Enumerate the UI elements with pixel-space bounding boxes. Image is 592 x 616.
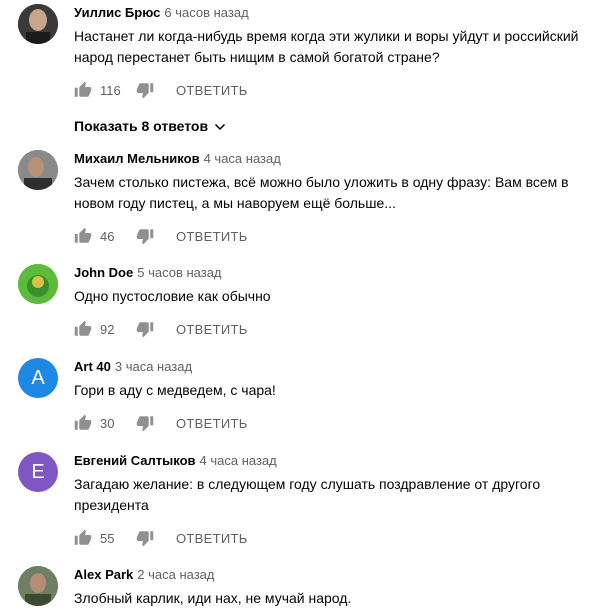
thumb-up-icon[interactable] (74, 320, 92, 338)
comment-text: Гори в аду с медведем, с чара! (74, 382, 276, 398)
comment-actions: 55 ОТВЕТИТЬ (74, 526, 582, 550)
avatar[interactable]: E (18, 452, 58, 492)
comment-author[interactable]: Alex Park (74, 567, 133, 582)
thumb-down-icon[interactable] (136, 414, 154, 432)
comment-author[interactable]: Михаил Мельников (74, 151, 200, 166)
like-count: 55 (100, 530, 115, 546)
comment-author[interactable]: Уиллис Брюс (74, 5, 160, 20)
like-count: 30 (100, 415, 115, 431)
show-replies-button[interactable]: Показать 8 ответов (74, 118, 582, 134)
comment-actions: 30 ОТВЕТИТЬ (74, 411, 582, 435)
reply-button[interactable]: ОТВЕТИТЬ (176, 229, 248, 244)
thumb-up-icon[interactable] (74, 81, 92, 99)
like-count: 92 (100, 321, 115, 337)
like-count: 46 (100, 228, 115, 244)
avatar[interactable] (18, 4, 58, 44)
reply-button[interactable]: ОТВЕТИТЬ (176, 416, 248, 431)
avatar[interactable] (18, 264, 58, 304)
comment-actions: 92 ОТВЕТИТЬ (74, 317, 582, 341)
thumb-down-icon[interactable] (136, 529, 154, 547)
comment-author[interactable]: Евгений Салтыков (74, 453, 196, 468)
thumb-up-icon[interactable] (74, 414, 92, 432)
show-replies-label: Показать 8 ответов (74, 118, 209, 134)
avatar[interactable]: A (18, 358, 58, 398)
reply-button[interactable]: ОТВЕТИТЬ (176, 83, 248, 98)
comment-time[interactable]: 4 часа назад (200, 453, 277, 468)
avatar[interactable] (18, 566, 58, 606)
thumb-down-icon[interactable] (136, 320, 154, 338)
comment-actions: 46 ОТВЕТИТЬ (74, 224, 582, 248)
comment-author[interactable]: Art 40 (74, 359, 111, 374)
thumb-up-icon[interactable] (74, 529, 92, 547)
comment-actions: 116 ОТВЕТИТЬ (74, 78, 582, 102)
avatar[interactable] (18, 150, 58, 190)
comment-text: Загадаю желание: в следующем году слушат… (74, 476, 541, 513)
reply-button[interactable]: ОТВЕТИТЬ (176, 531, 248, 546)
comment-author[interactable]: John Doe (74, 265, 133, 280)
comment-time[interactable]: 4 часа назад (204, 151, 281, 166)
thumb-up-icon[interactable] (74, 227, 92, 245)
comment-time[interactable]: 2 часа назад (137, 567, 214, 582)
comment-text: Злобный карлик, иди нах, не мучай народ. (74, 590, 352, 606)
comment-text: Зачем столько пистежа, всё можно было ул… (74, 174, 569, 211)
comment-text: Настанет ли когда-нибудь время когда эти… (74, 28, 579, 65)
chevron-down-icon (214, 120, 226, 132)
like-count: 116 (100, 82, 121, 98)
comment-text: Одно пустословие как обычно (74, 288, 271, 304)
comment-time[interactable]: 6 часов назад (164, 5, 248, 20)
reply-button[interactable]: ОТВЕТИТЬ (176, 322, 248, 337)
thumb-down-icon[interactable] (136, 81, 154, 99)
comment-time[interactable]: 5 часов назад (137, 265, 221, 280)
thumb-down-icon[interactable] (136, 227, 154, 245)
comment-time[interactable]: 3 часа назад (115, 359, 192, 374)
